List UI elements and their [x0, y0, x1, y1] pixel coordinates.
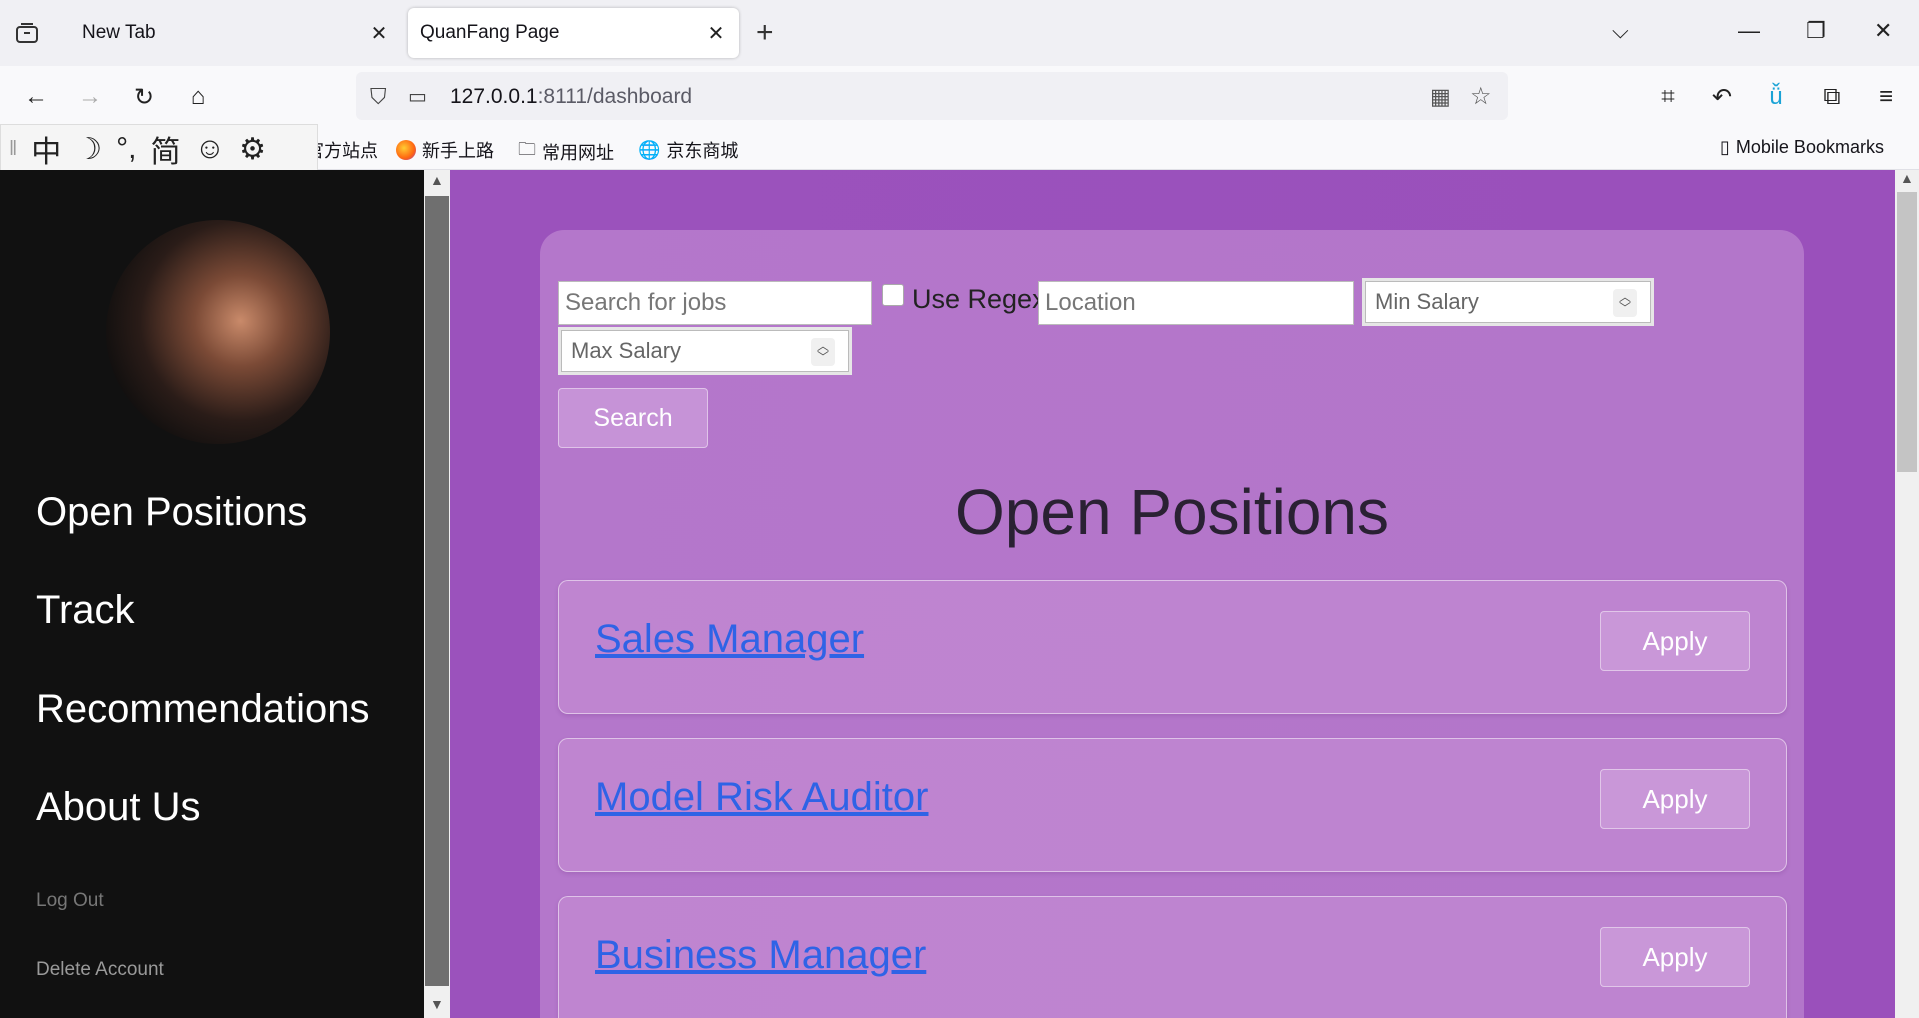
bookmark-common-urls[interactable]: 🗀 常用网址 [518, 137, 614, 167]
job-title-link[interactable]: Sales Manager [595, 617, 864, 662]
firefox-icon [396, 140, 416, 160]
folder-icon: 🗀 [518, 139, 536, 159]
back-arrow-icon[interactable]: ← [22, 83, 50, 111]
extension-u-icon[interactable]: ǚ [1762, 83, 1790, 111]
home-icon[interactable]: ⌂ [184, 83, 212, 111]
settings-gear-icon[interactable]: ⚙ [239, 132, 266, 167]
scroll-down-icon[interactable]: ▼ [430, 996, 444, 1012]
window-close-icon[interactable]: ✕ [1874, 18, 1892, 44]
minimize-icon[interactable]: — [1738, 18, 1760, 44]
jobs-card: Search for jobs Use Regex Location Min S… [540, 230, 1804, 1018]
chevron-down-icon[interactable]: ⌵ [1612, 18, 1629, 44]
job-item: Business Manager Apply [558, 896, 1787, 1018]
apply-button[interactable]: Apply [1600, 769, 1750, 829]
tab-list-icon[interactable] [14, 20, 40, 46]
mobile-icon: ▯ [1720, 137, 1730, 157]
search-button[interactable]: Search [558, 388, 708, 448]
tab-quanfang-page[interactable]: QuanFang Page ✕ [408, 8, 739, 58]
close-icon[interactable]: ✕ [368, 22, 390, 45]
bookmark-label: 新手上路 [422, 141, 494, 161]
min-salary-input[interactable]: Min Salary ︿ ﹀ [1362, 278, 1654, 326]
page-scrollbar[interactable]: ▲ [1895, 170, 1919, 1018]
undo-icon[interactable]: ↶ [1708, 83, 1736, 111]
page-title: Open Positions [954, 476, 1390, 548]
spinner-icon[interactable]: ︿ ﹀ [1613, 289, 1637, 317]
bookmark-getting-started[interactable]: 新手上路 [396, 137, 494, 163]
avatar [106, 220, 330, 444]
delete-account-link[interactable]: Delete Account [36, 959, 164, 981]
globe-icon: 🌐 [638, 139, 661, 160]
tab-bar: New Tab ✕ QuanFang Page ✕ + ⌵ — ❐ ✕ [0, 0, 1919, 66]
sidebar-item-open-positions[interactable]: Open Positions [36, 490, 307, 535]
sidebar-scrollbar[interactable]: ▲ ▼ [424, 170, 450, 1018]
punctuation-icon[interactable]: °, [116, 132, 136, 166]
reload-icon[interactable]: ↻ [130, 83, 158, 111]
sidebar-item-about-us[interactable]: About Us [36, 785, 201, 830]
job-title-link[interactable]: Model Risk Auditor [595, 775, 928, 820]
bookmark-label: 常用网址 [542, 143, 614, 163]
tab-new-tab[interactable]: New Tab ✕ [62, 8, 402, 58]
max-salary-placeholder: Max Salary [571, 338, 682, 363]
apply-button[interactable]: Apply [1600, 927, 1750, 987]
new-tab-icon[interactable]: + [756, 18, 774, 48]
qr-code-icon[interactable]: ▦ [1430, 84, 1451, 110]
search-jobs-placeholder: Search for jobs [565, 289, 727, 316]
nav-bar: ← → ↻ ⌂ ⛉ ▭ 127.0.0.1:8111/dashboard ▦ ☆… [0, 66, 1919, 128]
drag-handle-icon[interactable]: ‖ [9, 138, 17, 161]
ime-toolbar: ‖ 中 ☽ °, 简 ☺ ⚙ [0, 124, 318, 174]
max-salary-input[interactable]: Max Salary ︿ ﹀ [558, 327, 852, 375]
menu-icon[interactable]: ≡ [1872, 83, 1900, 111]
main-content: Search for jobs Use Regex Location Min S… [450, 170, 1895, 1018]
bookmark-label: Mobile Bookmarks [1735, 137, 1884, 157]
scrollbar-thumb[interactable] [1897, 192, 1917, 472]
restore-icon[interactable]: ❐ [1806, 18, 1826, 44]
ime-chinese-toggle[interactable]: 中 [31, 127, 61, 171]
log-out-link[interactable]: Log Out [36, 890, 104, 912]
mobile-bookmarks[interactable]: ▯ Mobile Bookmarks [1720, 137, 1884, 158]
moon-icon[interactable]: ☽ [75, 132, 102, 167]
apply-button[interactable]: Apply [1600, 611, 1750, 671]
scroll-up-icon[interactable]: ▲ [430, 172, 444, 188]
tab-label: QuanFang Page [420, 22, 560, 43]
job-item: Sales Manager Apply [558, 580, 1787, 714]
min-salary-placeholder: Min Salary [1375, 289, 1479, 314]
extensions-icon[interactable]: ⧉ [1818, 83, 1846, 111]
emoji-icon[interactable]: ☺ [195, 132, 226, 166]
spinner-icon[interactable]: ︿ ﹀ [811, 338, 835, 366]
location-placeholder: Location [1045, 289, 1136, 316]
url-bar[interactable]: ⛉ ▭ 127.0.0.1:8111/dashboard ▦ ☆ [356, 72, 1508, 120]
bookmark-star-icon[interactable]: ☆ [1470, 82, 1492, 111]
scrollbar-thumb[interactable] [425, 196, 449, 986]
use-regex-label: Use Regex [912, 284, 1046, 314]
search-jobs-input[interactable]: Search for jobs [558, 281, 872, 325]
close-icon[interactable]: ✕ [705, 22, 727, 45]
location-input[interactable]: Location [1038, 281, 1354, 325]
bookmark-jd-mall[interactable]: 🌐 京东商城 [638, 137, 738, 163]
forward-arrow-icon[interactable]: → [76, 83, 104, 111]
bookmark-label: 京东商城 [666, 141, 739, 161]
sidebar: Open Positions Track Recommendations Abo… [0, 170, 424, 1018]
tab-label: New Tab [82, 22, 156, 43]
sidebar-item-track[interactable]: Track [36, 588, 135, 633]
page-info-icon[interactable]: ▭ [408, 84, 427, 109]
shield-icon[interactable]: ⛉ [370, 84, 387, 110]
job-item: Model Risk Auditor Apply [558, 738, 1787, 872]
job-title-link[interactable]: Business Manager [595, 933, 926, 978]
scroll-up-icon[interactable]: ▲ [1900, 170, 1914, 186]
use-regex-checkbox[interactable] [882, 284, 904, 306]
ime-simplified-toggle[interactable]: 简 [151, 127, 181, 171]
sidebar-item-recommendations[interactable]: Recommendations [36, 687, 370, 732]
url-text: 127.0.0.1:8111/dashboard [450, 85, 693, 108]
screenshot-icon[interactable]: ⌗ [1654, 83, 1682, 111]
page-viewport: Open Positions Track Recommendations Abo… [0, 170, 1919, 1018]
